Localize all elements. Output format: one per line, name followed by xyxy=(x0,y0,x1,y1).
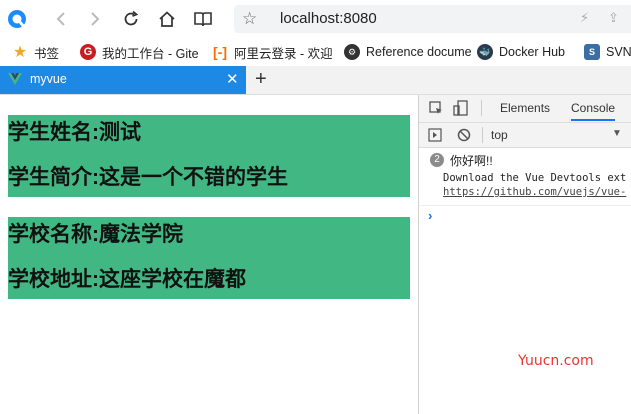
bookmark-label: 阿里云登录 - 欢迎 xyxy=(234,46,333,61)
bookmark-label: 我的工作台 - Gite xyxy=(102,46,199,61)
reference-icon: ⚙ xyxy=(344,44,360,60)
log-message: 你好啊!! xyxy=(450,154,493,168)
share-icon[interactable]: ⇪ xyxy=(608,10,619,26)
address-text[interactable]: localhost:8080 xyxy=(280,10,377,27)
back-icon[interactable] xyxy=(48,6,74,32)
bookmark-label: SVN xyxy=(606,45,631,59)
address-bar[interactable]: ☆ localhost:8080 ⚡ ⇪ xyxy=(234,5,631,33)
student-box: 学生姓名:测试 学生简介:这是一个不错的学生 xyxy=(8,115,410,197)
watermark: Yuucn.com xyxy=(518,353,594,369)
browser-toolbar: ☆ localhost:8080 ⚡ ⇪ xyxy=(0,0,631,38)
home-icon[interactable] xyxy=(154,6,180,32)
student-name: 学生姓名:测试 xyxy=(8,121,141,144)
devtools-tabbar: Elements Console xyxy=(419,95,631,123)
devtools-notice: Download the Vue Devtools ext xyxy=(443,172,627,184)
bookmark-item[interactable]: 🐳 Docker Hub xyxy=(477,43,565,61)
student-intro: 学生简介:这是一个不错的学生 xyxy=(8,166,288,189)
page-content: 学生姓名:测试 学生简介:这是一个不错的学生 学校名称:魔法学院 学校地址:这座… xyxy=(0,95,418,414)
docker-icon: 🐳 xyxy=(477,44,493,60)
lightning-icon[interactable]: ⚡ xyxy=(580,10,589,26)
aliyun-icon: [-] xyxy=(213,44,227,60)
bookmark-label: Reference docume xyxy=(366,45,472,59)
reading-mode-icon[interactable] xyxy=(190,6,216,32)
bookmark-item[interactable]: G 我的工作台 - Gite xyxy=(80,43,199,61)
bookmark-item[interactable]: ★ 书签 xyxy=(12,43,59,61)
sidebar-toggle-icon[interactable] xyxy=(428,128,442,147)
tab-myvue[interactable]: myvue ✕ xyxy=(0,66,246,94)
tab-bar: myvue ✕ + xyxy=(0,66,631,95)
bookmark-item[interactable]: [-] 阿里云登录 - 欢迎 xyxy=(212,43,333,61)
svn-icon: S xyxy=(584,44,600,60)
star-icon: ★ xyxy=(12,44,28,61)
console-prompt-icon[interactable]: › xyxy=(428,208,432,223)
vue-logo-icon xyxy=(8,73,22,85)
bookmark-label: 书签 xyxy=(34,46,60,61)
console-message: 2 你好啊!! Download the Vue Devtools ext ht… xyxy=(419,149,631,206)
forward-icon[interactable] xyxy=(82,6,108,32)
tab-elements[interactable]: Elements xyxy=(500,101,550,115)
new-tab-button[interactable]: + xyxy=(255,68,267,91)
devtools-link[interactable]: https://github.com/vuejs/vue- xyxy=(443,186,631,198)
inspect-element-icon[interactable] xyxy=(429,101,443,120)
repeat-count-badge: 2 xyxy=(430,153,444,167)
clear-console-icon[interactable] xyxy=(457,128,471,147)
school-name: 学校名称:魔法学院 xyxy=(8,223,183,246)
browser-logo-icon[interactable] xyxy=(4,6,30,32)
bookmark-star-icon[interactable]: ☆ xyxy=(242,9,257,29)
bookmark-item[interactable]: S SVN xyxy=(584,43,631,61)
tab-console[interactable]: Console xyxy=(571,101,616,121)
school-address: 学校地址:这座学校在魔都 xyxy=(8,268,246,291)
dropdown-arrow-icon[interactable]: ▼ xyxy=(612,128,622,139)
close-icon[interactable]: ✕ xyxy=(226,70,239,88)
bookmark-item[interactable]: ⚙ Reference docume xyxy=(344,43,472,61)
reload-icon[interactable] xyxy=(118,6,144,32)
school-box: 学校名称:魔法学院 学校地址:这座学校在魔都 xyxy=(8,217,410,299)
context-selector[interactable]: top xyxy=(491,128,508,142)
tab-title: myvue xyxy=(30,72,67,86)
bookmark-label: Docker Hub xyxy=(499,45,565,59)
device-toggle-icon[interactable] xyxy=(453,100,469,121)
gitee-icon: G xyxy=(80,44,96,60)
toolbar-divider xyxy=(481,100,482,116)
toolbar-divider xyxy=(482,127,483,143)
bookmarks-bar: ★ 书签 G 我的工作台 - Gite [-] 阿里云登录 - 欢迎 ⚙ Ref… xyxy=(0,38,631,67)
console-toolbar: top ▼ xyxy=(419,123,631,148)
